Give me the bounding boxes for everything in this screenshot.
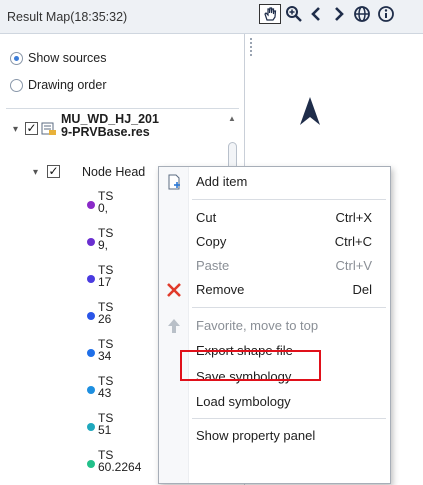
back-icon <box>311 7 320 21</box>
add-item-icon <box>168 174 180 190</box>
pan-tool-button[interactable] <box>259 4 281 24</box>
zoom-tool-button[interactable] <box>284 4 304 24</box>
legend-color-swatch <box>87 275 95 283</box>
show-property-panel-label: Show property panel <box>196 428 316 443</box>
legend-item-range[interactable]: 26 <box>98 313 111 325</box>
paste-shortcut: Ctrl+V <box>335 258 372 273</box>
legend-color-swatch <box>87 460 95 468</box>
show-sources-option[interactable]: Show sources <box>10 47 107 69</box>
legend-item-range[interactable]: 60.2264 <box>98 461 141 473</box>
layer-checkbox[interactable]: ✓ <box>25 122 38 135</box>
legend-item-range[interactable]: 34 <box>98 350 111 362</box>
full-extent-button[interactable] <box>351 4 373 24</box>
north-arrow-icon <box>300 97 320 125</box>
load-symbology-label: Load symbology <box>196 394 291 409</box>
drawing-order-radio[interactable] <box>10 78 23 92</box>
favorite-label: Favorite, move to top <box>196 318 319 333</box>
panel-divider <box>6 108 239 109</box>
menu-item-load-symbology[interactable]: Load symbology <box>159 390 390 414</box>
menu-item-remove[interactable]: Remove Del <box>159 278 390 302</box>
menu-item-cut[interactable]: Cut Ctrl+X <box>159 206 390 230</box>
remove-label: Remove <box>196 282 245 297</box>
move-to-top-icon <box>168 319 180 333</box>
remove-icon <box>167 283 181 297</box>
legend-item-range[interactable]: 9, <box>98 239 108 251</box>
copy-shortcut: Ctrl+C <box>334 234 372 249</box>
remove-shortcut: Del <box>352 282 372 297</box>
menu-item-add-item[interactable]: Add item <box>159 170 390 194</box>
cut-shortcut: Ctrl+X <box>335 210 372 225</box>
menu-separator <box>192 199 386 200</box>
legend-color-swatch <box>87 349 95 357</box>
info-button[interactable] <box>377 4 395 24</box>
layer-file-icon <box>41 122 56 135</box>
layer-collapse-icon[interactable]: ▾ <box>13 124 18 135</box>
menu-separator <box>192 418 386 419</box>
node-group-collapse-icon[interactable]: ▾ <box>33 167 38 178</box>
tree-scroll-up-icon[interactable]: ▲ <box>228 114 236 123</box>
legend-item-range[interactable]: 51 <box>98 424 111 436</box>
info-icon <box>378 6 394 22</box>
legend-color-swatch <box>87 423 95 431</box>
menu-item-favorite: Favorite, move to top <box>159 314 390 338</box>
menu-item-copy[interactable]: Copy Ctrl+C <box>159 230 390 254</box>
legend-color-swatch <box>87 201 95 209</box>
layer-name-line2[interactable]: 9-PRVBase.res <box>61 126 150 139</box>
legend-item-range[interactable]: 43 <box>98 387 111 399</box>
menu-item-show-property-panel[interactable]: Show property panel <box>159 424 390 448</box>
menu-separator <box>192 307 386 308</box>
highlight-box <box>180 350 321 381</box>
paste-label: Paste <box>196 258 230 273</box>
zoom-icon <box>286 6 302 22</box>
forward-icon <box>335 7 344 21</box>
cut-label: Cut <box>196 210 217 225</box>
back-button[interactable] <box>307 4 325 24</box>
copy-label: Copy <box>196 234 227 249</box>
pan-icon <box>264 7 277 21</box>
menu-item-paste: Paste Ctrl+V <box>159 254 390 278</box>
show-sources-radio[interactable] <box>10 51 23 65</box>
node-group-checkbox[interactable]: ✓ <box>47 165 60 178</box>
legend-item-range[interactable]: 17 <box>98 276 111 288</box>
legend-color-swatch <box>87 312 95 320</box>
drawing-order-option[interactable]: Drawing order <box>10 74 107 96</box>
forward-button[interactable] <box>330 4 348 24</box>
node-group-label[interactable]: Node Head <box>82 165 145 179</box>
context-menu: Add item Cut Ctrl+X Copy Ctrl+C Paste Ct… <box>158 166 391 484</box>
show-sources-label: Show sources <box>28 51 107 65</box>
legend-color-swatch <box>87 238 95 246</box>
add-item-label: Add item <box>196 174 248 189</box>
legend-color-swatch <box>87 386 95 394</box>
map-toolbar <box>246 34 423 62</box>
globe-icon <box>354 6 370 22</box>
legend-item-range[interactable]: 0, <box>98 202 108 214</box>
toolbar-grip <box>250 38 253 56</box>
drawing-order-label: Drawing order <box>28 78 107 92</box>
window-title: Result Map(18:35:32) <box>7 10 128 24</box>
